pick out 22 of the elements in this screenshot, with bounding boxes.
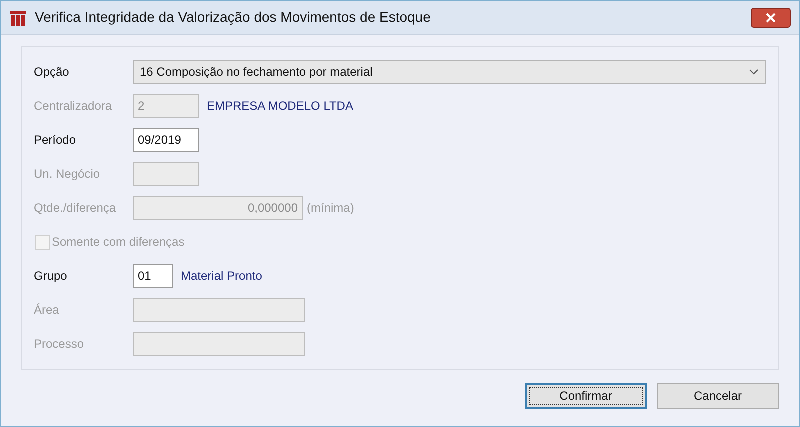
app-logo-icon <box>9 8 27 26</box>
dialog-button[interactable]: Cancelar <box>657 383 779 409</box>
field-label: Centralizadora <box>34 98 114 115</box>
input-field[interactable]: 09/2019 <box>133 128 199 152</box>
input-field[interactable]: 01 <box>133 264 173 288</box>
option-dropdown[interactable]: 16 Composição no fechamento por material <box>133 60 766 84</box>
field-label: Un. Negócio <box>34 166 102 183</box>
description-text: EMPRESA MODELO LTDA <box>207 98 354 115</box>
field-label: Opção <box>34 64 70 81</box>
field-label: Grupo <box>34 268 68 285</box>
field-label: Período <box>34 132 78 149</box>
dialog-button[interactable]: Confirmar <box>525 383 647 409</box>
suffix-text: (mínima) <box>307 200 354 217</box>
field-label: Qtde./diferença <box>34 200 118 217</box>
description-text: Material Pronto <box>181 268 262 285</box>
close-button[interactable] <box>751 8 791 28</box>
chevron-down-icon <box>749 69 759 75</box>
field-label: Processo <box>34 336 86 353</box>
checkbox-label: Somente com diferenças <box>52 234 185 251</box>
field-label: Área <box>34 302 60 319</box>
close-icon <box>766 12 776 22</box>
window-title: Verifica Integridade da Valorização dos Movimentos de Estoque <box>35 8 431 27</box>
